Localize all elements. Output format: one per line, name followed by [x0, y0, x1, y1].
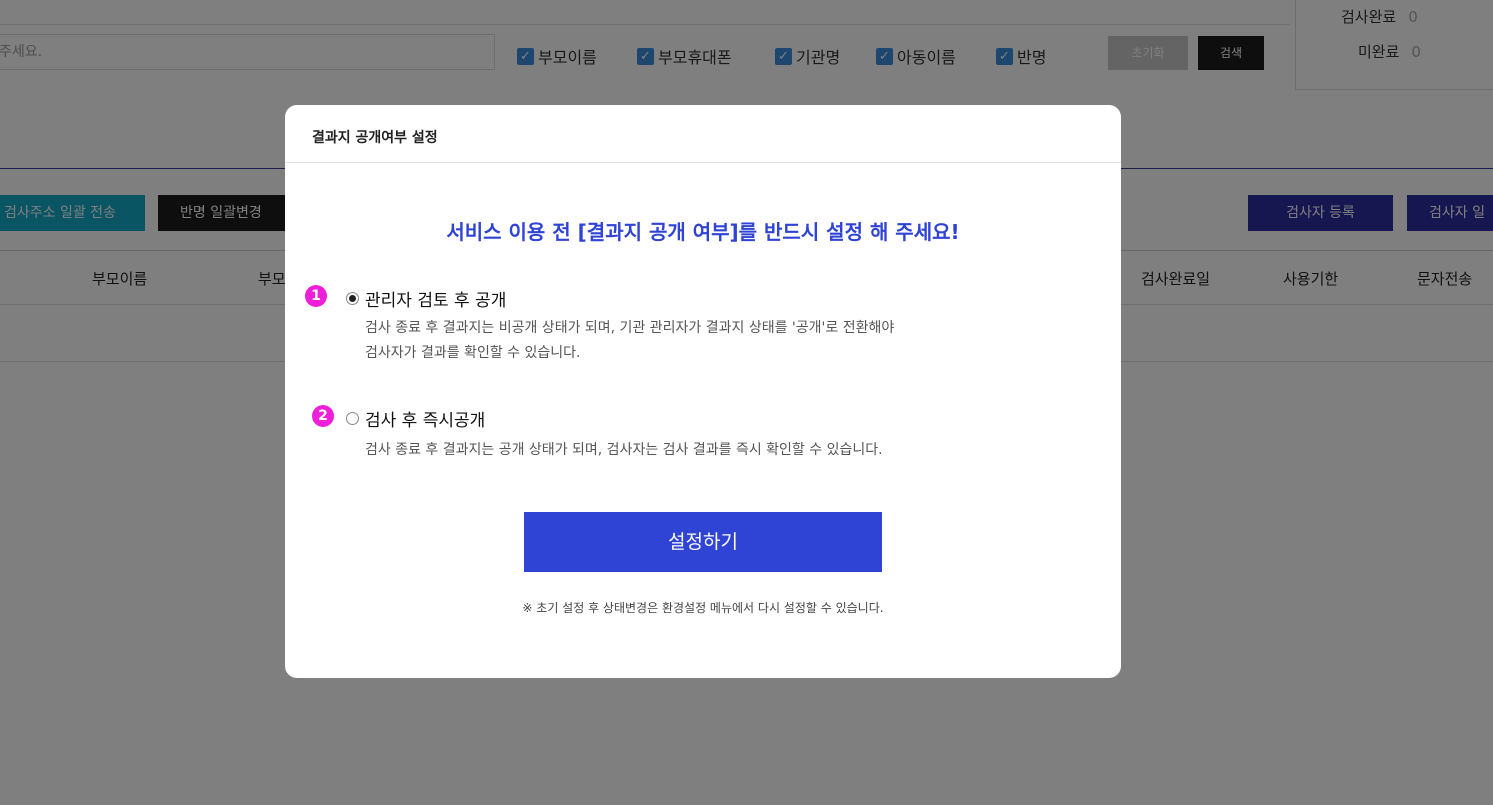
modal-title: 결과지 공개여부 설정	[312, 130, 438, 146]
settings-note: ※ 초기 설정 후 상태변경은 환경설정 메뉴에서 다시 설정할 수 있습니다.	[522, 601, 884, 615]
modal-header: 결과지 공개여부 설정	[285, 105, 1121, 163]
step-badge: 1	[305, 285, 327, 307]
modal-headline: 서비스 이용 전 [결과지 공개 여부]를 반드시 설정 해 주세요!	[446, 220, 960, 244]
option-description: 검사 종료 후 결과지는 비공개 상태가 되며, 기관 관리자가 결과지 상태를…	[365, 320, 895, 336]
disclosure-settings-modal: 결과지 공개여부 설정 서비스 이용 전 [결과지 공개 여부]를 반드시 설정…	[285, 105, 1121, 678]
radio-checked-icon[interactable]	[346, 292, 359, 305]
option-label[interactable]: 관리자 검토 후 공개	[365, 286, 506, 311]
step-badge: 2	[312, 405, 334, 427]
option-description: 검사자가 결과를 확인할 수 있습니다.	[365, 345, 581, 361]
radio-unchecked-icon[interactable]	[346, 412, 359, 425]
apply-settings-button[interactable]: 설정하기	[524, 512, 882, 572]
option-description: 검사 종료 후 결과지는 공개 상태가 되며, 검사자는 검사 결과를 즉시 확…	[365, 442, 883, 458]
option-label[interactable]: 검사 후 즉시공개	[365, 406, 485, 431]
